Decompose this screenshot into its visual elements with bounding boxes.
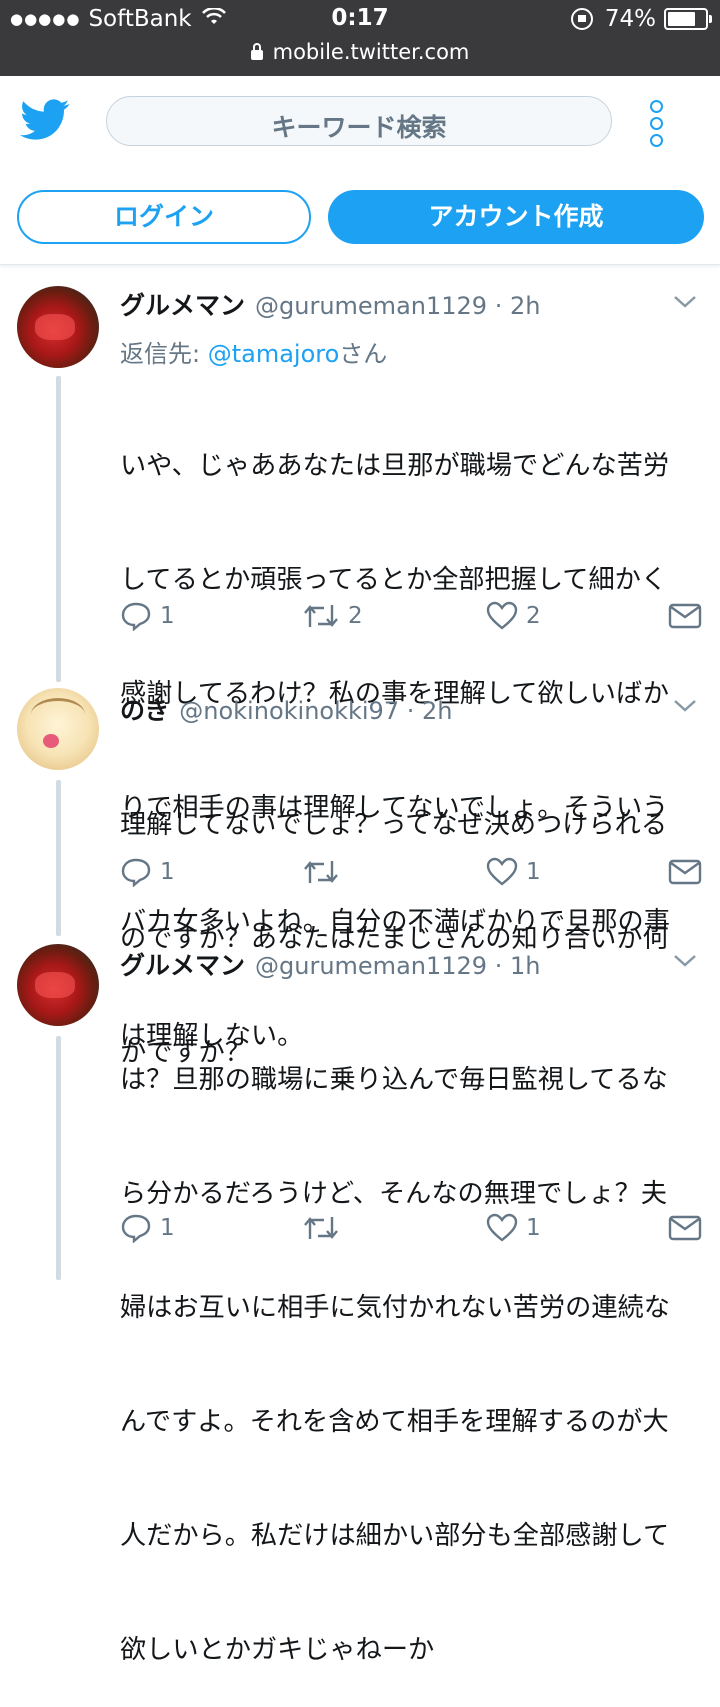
- retweet-icon: [304, 861, 338, 883]
- avatar[interactable]: [17, 944, 99, 1026]
- reply-button[interactable]: 1: [120, 1212, 175, 1244]
- reply-button[interactable]: 1: [120, 856, 175, 888]
- thread-line: [56, 1036, 61, 1280]
- login-button[interactable]: ログイン: [17, 190, 311, 244]
- heart-icon: [486, 857, 518, 886]
- avatar[interactable]: [17, 286, 99, 368]
- tweet-line: ら分かるだろうけど、そんなの無理でしょ？夫: [120, 1179, 668, 1209]
- reply-button[interactable]: 1: [120, 600, 175, 632]
- reply-to-handle[interactable]: @tamajoro: [208, 340, 340, 368]
- chevron-down-icon[interactable]: [674, 296, 696, 308]
- reply-to-line: 返信先: @tamajoroさん: [120, 334, 387, 369]
- reply-prefix: 返信先:: [120, 340, 208, 368]
- dm-button[interactable]: [668, 1212, 710, 1244]
- reply-count: 1: [160, 1215, 175, 1241]
- tweet-line: 欲しいとかガキじゃねーか: [120, 1635, 435, 1665]
- reply-count: 1: [160, 859, 175, 885]
- tweet-line: 人だから。私だけは細かい部分も全部感謝して: [120, 1521, 670, 1551]
- tweet-actions: 1 1: [120, 1212, 704, 1248]
- chevron-down-icon[interactable]: [674, 955, 696, 967]
- retweet-icon: [304, 1217, 338, 1239]
- battery-percent: 74%: [604, 6, 656, 32]
- twitter-bird-icon[interactable]: [20, 98, 70, 142]
- tweet-text: は？旦那の職場に乗り込んで毎日監視してるな ら分かるだろうけど、そんなの無理でし…: [120, 985, 690, 1707]
- like-count: 2: [526, 603, 541, 629]
- tweet-line: んですよ。それを含めて相手を理解するのが大: [120, 1407, 669, 1437]
- tweet-line: 婦はお互いに相手に気付かれない苦労の連続な: [120, 1293, 670, 1323]
- retweet-button[interactable]: [302, 856, 348, 888]
- tweet-line: は？旦那の職場に乗り込んで毎日監視してるな: [120, 1065, 668, 1095]
- retweet-count: 2: [348, 603, 363, 629]
- reply-icon: [121, 602, 151, 631]
- handle-time[interactable]: @gurumeman1129 · 1h: [255, 952, 540, 980]
- padlock-icon: [250, 43, 263, 60]
- like-button[interactable]: 1: [486, 856, 541, 888]
- dm-button[interactable]: [668, 856, 710, 888]
- tweet-header: グルメマン @gurumeman1129 · 2h: [120, 286, 700, 322]
- thread-line: [56, 780, 61, 936]
- search-placeholder: キーワード検索: [271, 113, 447, 142]
- dm-button[interactable]: [668, 600, 710, 632]
- more-menu-icon[interactable]: [648, 100, 666, 148]
- handle-time[interactable]: @nokinokinokki97 · 2h: [179, 697, 452, 725]
- retweet-button[interactable]: 2: [302, 600, 363, 632]
- url-text: mobile.twitter.com: [272, 40, 470, 64]
- status-right: 74%: [570, 6, 712, 32]
- reply-suffix: さん: [339, 340, 388, 368]
- tweet-line: いや、じゃああなたは旦那が職場でどんな苦労: [120, 451, 670, 481]
- avatar[interactable]: [17, 688, 99, 770]
- battery-fill: [668, 12, 695, 26]
- like-count: 1: [526, 1215, 541, 1241]
- heart-icon: [486, 1213, 518, 1242]
- chevron-down-icon[interactable]: [674, 700, 696, 712]
- envelope-icon: [668, 1215, 702, 1241]
- display-name[interactable]: のき: [120, 696, 169, 725]
- status-bar: ●●●●● SoftBank 0:17 74% mobile.twitter.c…: [0, 0, 720, 76]
- envelope-icon: [668, 603, 702, 629]
- display-name[interactable]: グルメマン: [120, 291, 245, 320]
- like-button[interactable]: 2: [486, 600, 541, 632]
- like-count: 1: [526, 859, 541, 885]
- reply-icon: [121, 1214, 151, 1243]
- tweet-header: のき @nokinokinokki97 · 2h: [120, 691, 700, 727]
- app-header: キーワード検索 ログイン アカウント作成: [0, 76, 720, 265]
- tweet-actions: 1 1: [120, 856, 704, 892]
- retweet-icon: [304, 605, 338, 627]
- reply-count: 1: [160, 603, 175, 629]
- retweet-button[interactable]: [302, 1212, 348, 1244]
- tweet-line: 理解してないでしょ？ってなぜ決めつけられる: [120, 810, 668, 840]
- like-button[interactable]: 1: [486, 1212, 541, 1244]
- tweet-header: グルメマン @gurumeman1129 · 1h: [120, 946, 700, 982]
- url-bar[interactable]: mobile.twitter.com: [0, 40, 720, 64]
- battery-icon: [664, 8, 712, 30]
- display-name[interactable]: グルメマン: [120, 951, 245, 980]
- search-input[interactable]: キーワード検索: [106, 96, 612, 146]
- tweet-actions: 1 2 2: [120, 600, 704, 636]
- reply-icon: [121, 858, 151, 887]
- envelope-icon: [668, 859, 702, 885]
- thread-line: [56, 376, 61, 682]
- rotation-lock-icon: [570, 8, 593, 30]
- tweet-line: してるとか頑張ってるとか全部把握して細かく: [120, 565, 668, 595]
- handle-time[interactable]: @gurumeman1129 · 2h: [255, 292, 540, 320]
- heart-icon: [486, 601, 518, 630]
- signup-button[interactable]: アカウント作成: [328, 190, 704, 244]
